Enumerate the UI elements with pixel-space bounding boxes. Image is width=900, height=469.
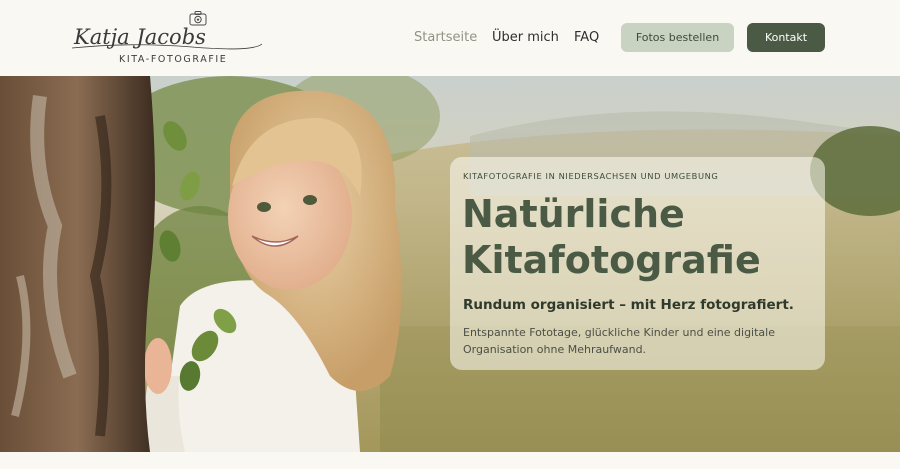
nav-ueber-mich[interactable]: Über mich	[492, 30, 559, 45]
nav-startseite[interactable]: Startseite	[414, 30, 477, 45]
hero-card: KITAFOTOGRAFIE IN NIEDERSACHSEN UND UMGE…	[450, 157, 825, 370]
footer-strip	[0, 452, 900, 469]
nav-faq[interactable]: FAQ	[574, 30, 599, 45]
hero-subtitle: Rundum organisiert – mit Herz fotografie…	[463, 297, 794, 313]
hero-text: Entspannte Fototage, glückliche Kinder u…	[463, 326, 775, 356]
order-photos-button[interactable]: Fotos bestellen	[621, 23, 734, 52]
hero-eyebrow: KITAFOTOGRAFIE IN NIEDERSACHSEN UND UMGE…	[463, 171, 719, 181]
logo-script: Katja Jacobs	[72, 25, 263, 50]
logo-subtitle: KITA-FOTOGRAFIE	[119, 54, 228, 65]
hero-title: Natürliche Kitafotografie	[462, 192, 761, 282]
logo-script-text: Katja Jacobs	[73, 25, 206, 49]
contact-button[interactable]: Kontakt	[747, 23, 825, 52]
logo[interactable]: Katja Jacobs KITA-FOTOGRAFIE	[72, 10, 267, 70]
site-header: Katja Jacobs KITA-FOTOGRAFIE Startseite …	[0, 0, 900, 76]
hero-section: KITAFOTOGRAFIE IN NIEDERSACHSEN UND UMGE…	[0, 76, 900, 452]
